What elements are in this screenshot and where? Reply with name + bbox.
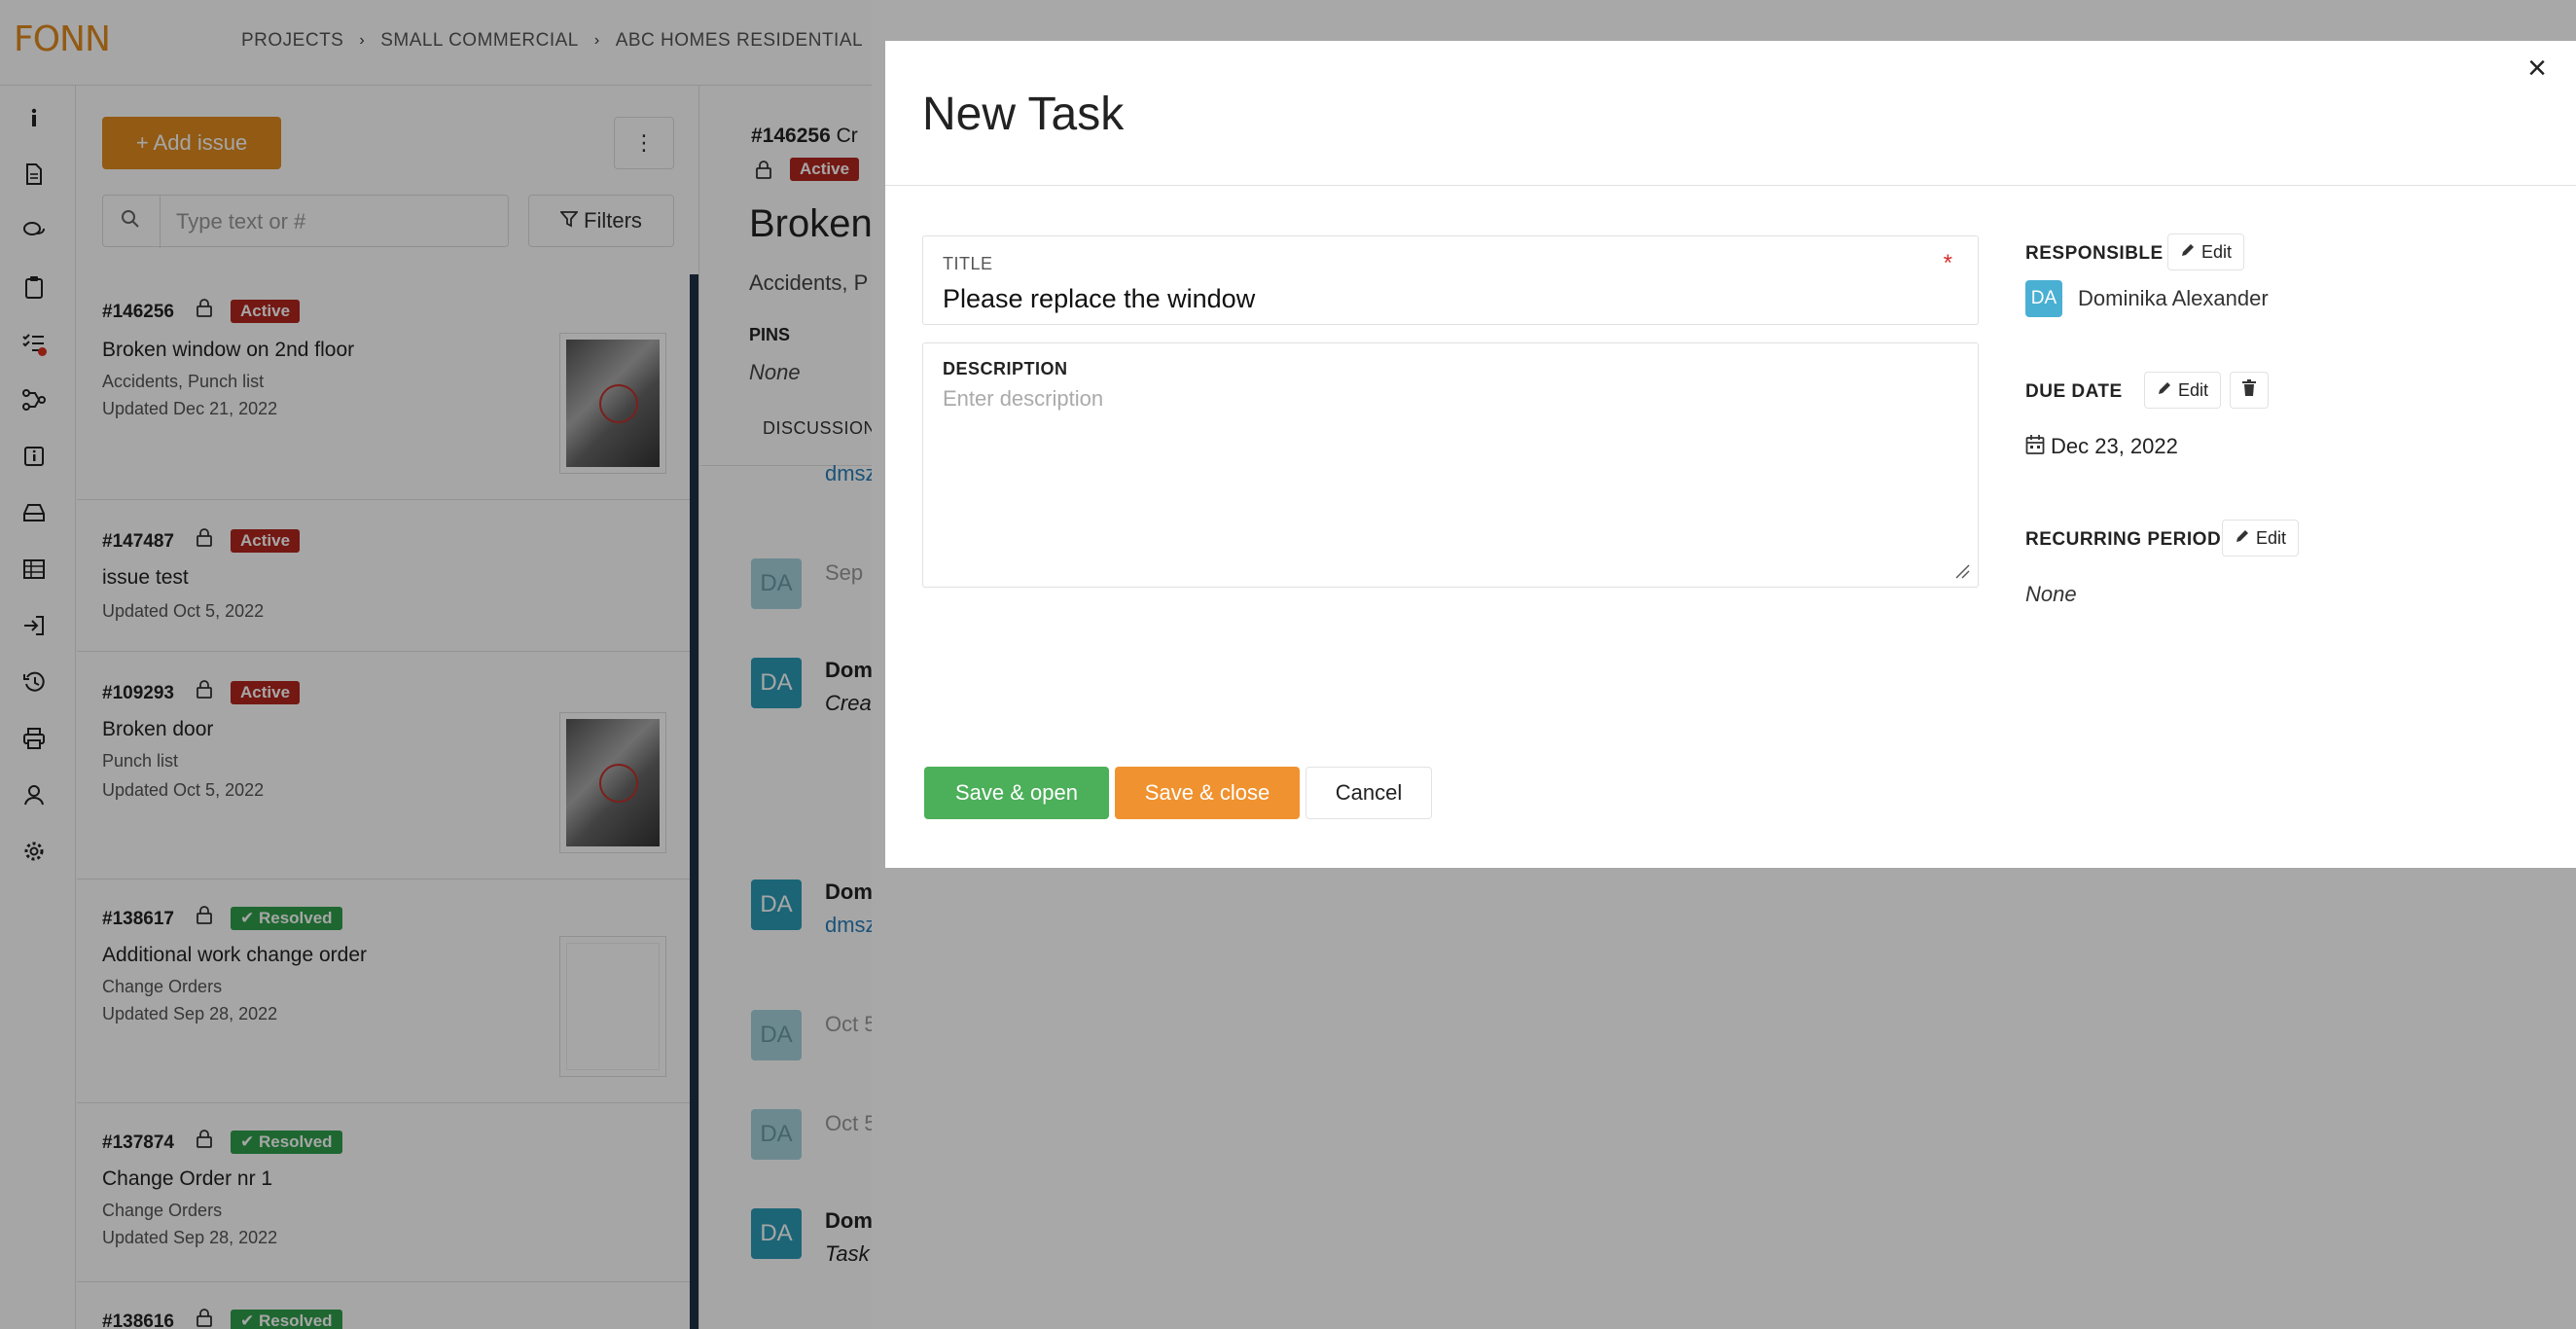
edit-label: Edit — [2256, 527, 2287, 548]
edit-label: Edit — [2201, 241, 2233, 262]
pencil-icon — [2180, 242, 2196, 263]
edit-label: Edit — [2178, 379, 2209, 400]
recurring-value: None — [2025, 582, 2077, 606]
new-task-modal: × New Task TITLE * DESCRIPTION Save & op… — [885, 41, 2576, 868]
title-label: TITLE — [943, 254, 993, 273]
description-input[interactable] — [943, 386, 1954, 571]
recurring-period-label: RECURRING PERIOD — [2025, 529, 2222, 550]
due-date-label: DUE DATE — [2025, 381, 2123, 402]
required-marker: * — [1943, 250, 1952, 276]
responsible-name: Dominika Alexander — [2078, 286, 2269, 310]
resize-handle-icon[interactable] — [1954, 563, 1970, 579]
due-date-value: Dec 23, 2022 — [2051, 434, 2178, 458]
edit-due-date-button[interactable]: Edit — [2144, 372, 2222, 409]
trash-icon — [2241, 378, 2257, 402]
modal-title: New Task — [922, 89, 1125, 140]
description-field[interactable]: DESCRIPTION — [922, 342, 1979, 588]
pencil-icon — [2235, 528, 2250, 549]
divider — [885, 185, 2576, 186]
save-and-close-button[interactable]: Save & close — [1115, 767, 1300, 819]
description-label: DESCRIPTION — [943, 359, 1068, 378]
save-and-open-button[interactable]: Save & open — [924, 767, 1109, 819]
avatar: DA — [2025, 280, 2062, 317]
title-field[interactable]: TITLE * — [922, 235, 1979, 325]
edit-responsible-button[interactable]: Edit — [2167, 233, 2245, 270]
calendar-icon — [2025, 434, 2045, 460]
edit-recurring-button[interactable]: Edit — [2222, 520, 2300, 557]
close-icon[interactable]: × — [2520, 50, 2555, 87]
responsible-label: RESPONSIBLE — [2025, 243, 2164, 264]
clear-due-date-button[interactable] — [2230, 372, 2269, 409]
pencil-icon — [2157, 380, 2172, 401]
cancel-button[interactable]: Cancel — [1306, 767, 1432, 819]
title-input[interactable] — [943, 281, 1915, 316]
